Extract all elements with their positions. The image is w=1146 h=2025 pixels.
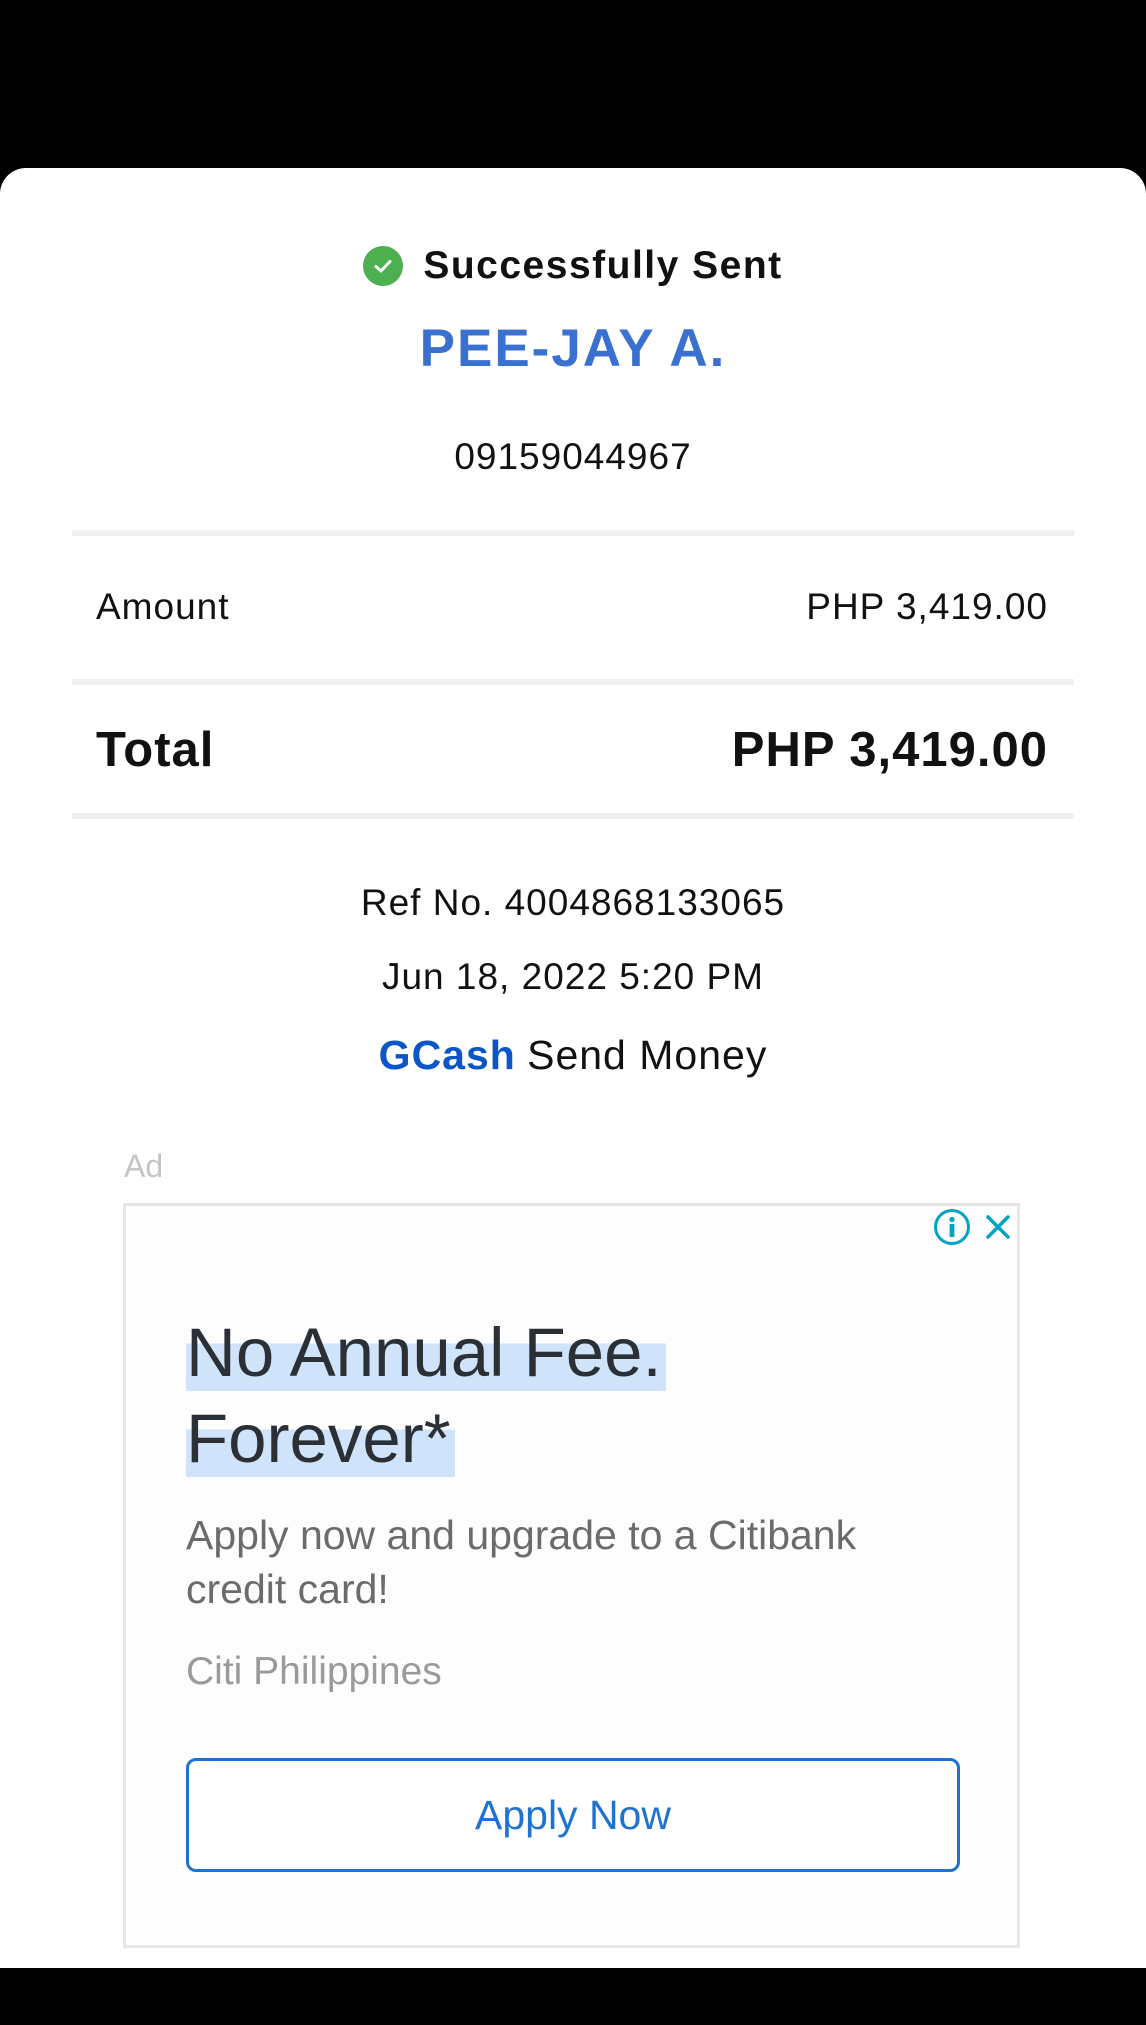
reference-number: Ref No. 4004868133065 — [360, 882, 786, 923]
recipient-name: PEE-JAY A. — [419, 319, 727, 378]
divider — [72, 813, 1074, 819]
amount-row: Amount PHP 3,419.00 — [96, 586, 1048, 628]
recipient-number: 09159044967 — [454, 436, 692, 477]
amount-label: Amount — [96, 586, 230, 627]
status-text: Successfully Sent — [423, 244, 783, 287]
ad-headline-line2: Forever* — [186, 1400, 455, 1477]
apply-now-button[interactable]: Apply Now — [186, 1758, 960, 1872]
info-icon[interactable] — [932, 1207, 972, 1247]
transaction-type: GCash Send Money — [0, 1032, 1146, 1079]
ad-advertiser: Citi Philippines — [186, 1650, 442, 1693]
status-row: Successfully Sent — [0, 244, 1146, 288]
close-icon[interactable] — [980, 1209, 1016, 1245]
amount-value: PHP 3,419.00 — [806, 586, 1048, 627]
check-circle-icon — [363, 246, 404, 286]
gcash-brand: GCash — [378, 1032, 516, 1078]
divider — [72, 679, 1074, 685]
transaction-datetime: Jun 18, 2022 5:20 PM — [381, 956, 765, 997]
ad-headline-line1: No Annual Fee. — [186, 1314, 666, 1391]
ad-headline[interactable]: No Annual Fee. Forever* — [186, 1310, 666, 1482]
total-value: PHP 3,419.00 — [731, 723, 1048, 777]
divider — [72, 530, 1074, 536]
ad-body: Apply now and upgrade to a Citibank cred… — [186, 1512, 857, 1612]
transaction-type-label: Send Money — [527, 1032, 768, 1078]
ad-label: Ad — [124, 1148, 164, 1184]
total-label: Total — [96, 723, 215, 777]
screen: Successfully Sent PEE-JAY A. 09159044967… — [0, 0, 1146, 2025]
total-row: Total PHP 3,419.00 — [96, 722, 1048, 778]
